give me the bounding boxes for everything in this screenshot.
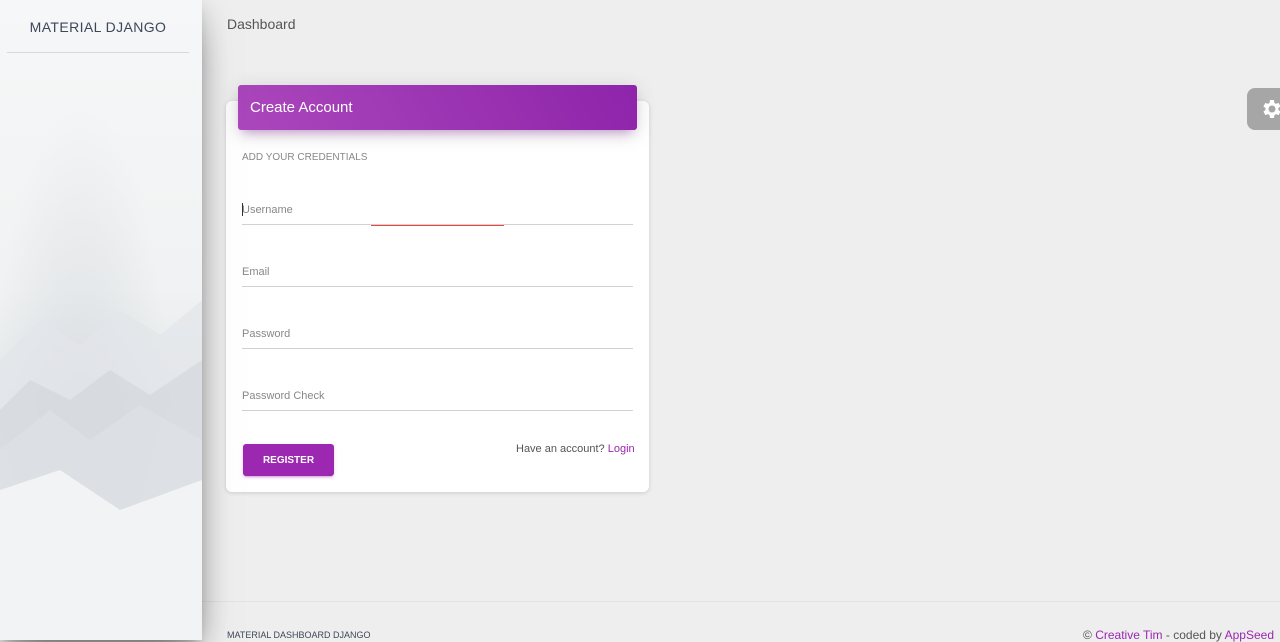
password-input[interactable] — [242, 319, 633, 348]
password-check-input[interactable] — [242, 381, 633, 410]
username-focus-underline — [371, 225, 504, 226]
card-category: ADD YOUR CREDENTIALS — [242, 152, 368, 163]
have-account-label: Have an account? — [516, 443, 605, 455]
username-field — [242, 195, 633, 226]
password-check-field — [242, 381, 633, 411]
register-button[interactable]: REGISTER — [243, 444, 334, 476]
footer-brand-link[interactable]: MATERIAL DASHBOARD DJANGO — [227, 630, 371, 640]
email-input[interactable] — [242, 257, 633, 286]
card-header: Create Account — [238, 85, 637, 130]
sidebar-background-image — [0, 300, 202, 640]
login-link[interactable]: Login — [608, 443, 635, 455]
navbar-brand[interactable]: Dashboard — [227, 16, 296, 32]
gear-icon — [1263, 100, 1280, 118]
have-account-text: Have an account? Login — [516, 443, 635, 455]
card-title: Create Account — [250, 99, 353, 116]
password-field — [242, 319, 633, 349]
footer-divider — [202, 601, 1280, 602]
username-input[interactable] — [242, 195, 633, 224]
sidebar: MATERIAL DJANGO — [0, 0, 202, 640]
sidebar-divider — [7, 52, 189, 53]
text-caret — [242, 203, 243, 216]
fixed-plugin-settings-button[interactable] — [1247, 88, 1280, 130]
email-field — [242, 257, 633, 287]
sidebar-logo[interactable]: MATERIAL DJANGO — [0, 0, 196, 53]
